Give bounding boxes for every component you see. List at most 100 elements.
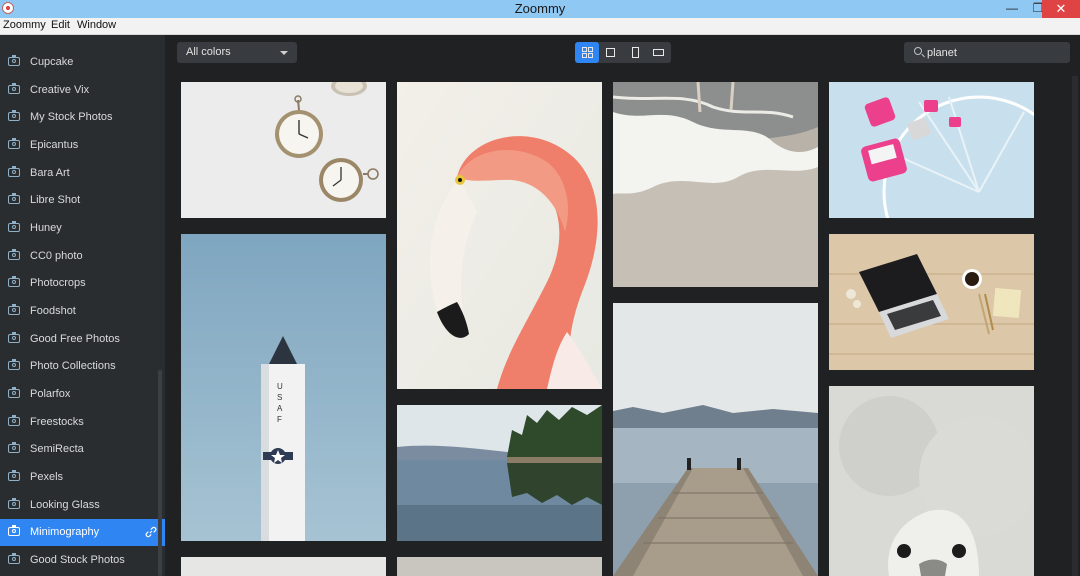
camera-icon	[8, 332, 20, 343]
photo-image	[829, 82, 1034, 218]
landscape-icon	[653, 49, 664, 56]
photo-image	[829, 234, 1034, 370]
rocket-lettering: U	[277, 382, 283, 391]
sidebar-item-photocrops[interactable]: Photocrops	[0, 270, 165, 297]
camera-icon	[8, 221, 20, 232]
sidebar-item-label: My Stock Photos	[30, 111, 113, 123]
photo-lake-forest[interactable]	[397, 405, 602, 541]
sidebar-item-bara-art[interactable]: Bara Art	[0, 160, 165, 187]
camera-icon	[8, 304, 20, 315]
caret-down-icon	[280, 51, 288, 55]
sidebar-item-cupcake[interactable]: Cupcake	[0, 49, 165, 76]
photo-pier[interactable]	[613, 303, 818, 576]
camera-icon	[8, 276, 20, 287]
camera-icon	[8, 387, 20, 398]
sidebar-item-foodshot[interactable]: Foodshot	[0, 298, 165, 325]
search-input[interactable]	[927, 44, 1062, 61]
link-icon[interactable]	[145, 526, 157, 538]
sidebar-item-semirecta[interactable]: SemiRecta	[0, 436, 165, 463]
menu-edit[interactable]: Edit	[51, 19, 70, 31]
rocket-lettering: A	[277, 404, 283, 413]
sidebar-item-label: Libre Shot	[30, 194, 81, 206]
photo-image	[181, 82, 386, 218]
close-button[interactable]: ✕	[1042, 0, 1080, 18]
camera-icon	[8, 138, 20, 149]
photo-partial-1[interactable]	[181, 557, 386, 576]
menu-zoommy[interactable]: Zoommy	[3, 19, 46, 31]
sidebar-item-huney[interactable]: Huney	[0, 215, 165, 242]
grid-icon	[582, 47, 587, 52]
sidebar-item-label: Bara Art	[30, 167, 70, 179]
sidebar-item-label: Good Free Photos	[30, 333, 120, 345]
sidebar-item-cc0-photo[interactable]: CC0 photo	[0, 243, 165, 270]
camera-icon	[8, 498, 20, 509]
sidebar-item-freestocks[interactable]: Freestocks	[0, 409, 165, 436]
camera-icon	[8, 83, 20, 94]
sidebar-item-photo-collections[interactable]: Photo Collections	[0, 353, 165, 380]
sidebar-scrollbar[interactable]	[158, 370, 162, 576]
sidebar-item-label: SemiRecta	[30, 443, 84, 455]
photo-beach-waves[interactable]	[613, 82, 818, 287]
sidebar-item-label: Creative Vix	[30, 84, 90, 96]
photo-image	[397, 82, 602, 389]
camera-icon	[8, 415, 20, 426]
camera-icon	[8, 110, 20, 121]
sidebar-item-label: CC0 photo	[30, 250, 83, 262]
menu-bar: Zoommy Edit Window	[0, 18, 1080, 35]
view-mode-group	[575, 42, 671, 63]
view-large-button[interactable]	[599, 42, 623, 63]
photo-image	[613, 303, 818, 576]
sidebar-item-label: Freestocks	[30, 416, 84, 428]
rocket-lettering: S	[277, 393, 282, 402]
search-box	[904, 42, 1070, 63]
grid-icon-cell	[588, 47, 593, 52]
sidebar-item-label: Foodshot	[30, 305, 76, 317]
photo-laptop-desk[interactable]	[829, 234, 1034, 370]
square-icon	[606, 48, 615, 57]
sidebar-item-label: Looking Glass	[30, 499, 100, 511]
photo-pocket-watches[interactable]	[181, 82, 386, 218]
camera-icon	[8, 55, 20, 66]
camera-icon	[8, 193, 20, 204]
sidebar-item-looking-glass[interactable]: Looking Glass	[0, 492, 165, 519]
photo-rocket[interactable]: U S A F	[181, 234, 386, 541]
portrait-icon	[632, 47, 639, 58]
sidebar-item-libre-shot[interactable]: Libre Shot	[0, 187, 165, 214]
sidebar-item-label: Photocrops	[30, 277, 86, 289]
minimize-button[interactable]: —	[998, 0, 1026, 18]
gallery-scrollbar[interactable]	[1072, 76, 1078, 576]
grid-icon-cell	[582, 53, 587, 58]
sources-sidebar: Cupcake Creative Vix My Stock Photos Epi…	[0, 35, 165, 576]
color-filter-value: All colors	[186, 46, 231, 58]
search-icon	[914, 47, 922, 55]
sidebar-item-minimography[interactable]: Minimography	[0, 519, 165, 546]
sidebar-item-good-free-photos[interactable]: Good Free Photos	[0, 326, 165, 353]
view-portrait-button[interactable]	[623, 42, 647, 63]
photo-flamingo[interactable]	[397, 82, 602, 389]
camera-icon	[8, 525, 20, 536]
camera-icon	[8, 166, 20, 177]
sidebar-item-polarfox[interactable]: Polarfox	[0, 381, 165, 408]
sidebar-item-epicantus[interactable]: Epicantus	[0, 132, 165, 159]
view-grid-button[interactable]	[575, 42, 599, 63]
photo-image: U S A F	[181, 234, 386, 541]
camera-icon	[8, 442, 20, 453]
rocket-lettering: F	[277, 415, 282, 424]
photo-partial-2[interactable]	[397, 557, 602, 576]
sidebar-item-creative-vix[interactable]: Creative Vix	[0, 77, 165, 104]
sidebar-item-my-stock-photos[interactable]: My Stock Photos	[0, 104, 165, 131]
grid-icon-cell	[588, 53, 593, 58]
color-filter-dropdown[interactable]: All colors	[177, 42, 297, 63]
camera-icon	[8, 249, 20, 260]
camera-icon	[8, 359, 20, 370]
photo-ferris-wheel[interactable]	[829, 82, 1034, 218]
sidebar-item-pexels[interactable]: Pexels	[0, 464, 165, 491]
sidebar-item-label: Minimography	[30, 526, 100, 538]
sidebar-item-label: Epicantus	[30, 139, 79, 151]
menu-window[interactable]: Window	[77, 19, 116, 31]
sidebar-item-label: Polarfox	[30, 388, 71, 400]
sidebar-item-label: Pexels	[30, 471, 64, 483]
photo-ostrich[interactable]	[829, 386, 1034, 576]
sidebar-item-good-stock-photos[interactable]: Good Stock Photos	[0, 547, 165, 574]
view-landscape-button[interactable]	[647, 42, 671, 63]
